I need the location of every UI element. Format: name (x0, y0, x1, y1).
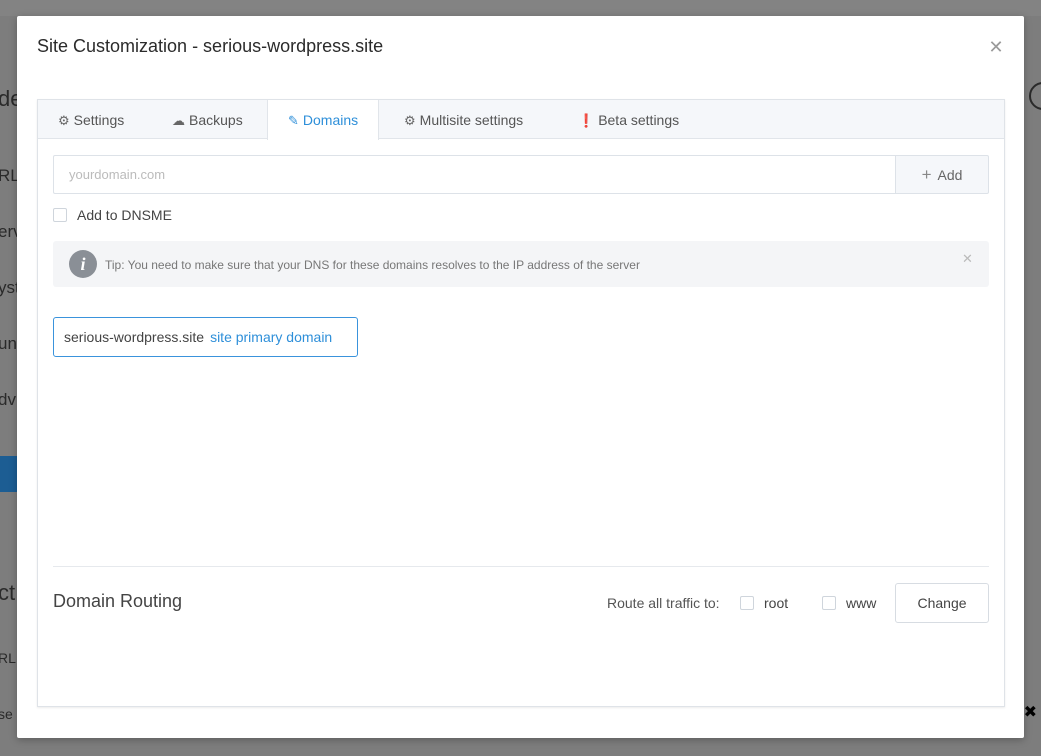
background-close-icon: ✖ (1023, 704, 1037, 721)
background-text: se (0, 706, 13, 722)
tab-backups[interactable]: ☁ Backups (172, 100, 243, 139)
add-domain-button[interactable]: + Add (895, 155, 989, 194)
cloud-upload-icon: ☁ (172, 113, 185, 128)
domain-routing-title: Domain Routing (53, 591, 183, 611)
gear-icon: ⚙ (404, 113, 416, 128)
close-icon[interactable]: ✕ (987, 38, 1005, 56)
domain-item[interactable]: serious-wordpress.site site primary domai… (53, 317, 358, 357)
background-help-icon (1029, 82, 1041, 110)
info-icon: i (69, 250, 97, 278)
route-www-checkbox[interactable] (822, 596, 836, 610)
gear-icon: ⚙ (58, 113, 70, 128)
tab-multisite-settings[interactable]: ⚙ Multisite settings (404, 100, 523, 139)
tab-domains[interactable]: ✎ Domains (267, 100, 380, 140)
change-routing-button[interactable]: Change (895, 583, 989, 623)
close-icon[interactable]: ✕ (962, 251, 973, 267)
modal-title: Site Customization - serious-wordpress.s… (37, 36, 384, 56)
tab-beta-settings[interactable]: ❗ Beta settings (578, 100, 679, 139)
route-root-label: root (764, 595, 789, 611)
tip-text: Tip: You need to make sure that your DNS… (105, 258, 640, 272)
domain-name: serious-wordpress.site (64, 329, 205, 345)
tab-panel: ⚙ Settings ☁ Backups ✎ Domains ⚙ Multisite s… (37, 99, 1005, 707)
background-text: dv (0, 390, 16, 409)
edit-icon: ✎ (288, 113, 299, 128)
primary-domain-tag: site primary domain (210, 329, 333, 345)
route-www-label: www (846, 595, 877, 611)
site-customization-modal: Site Customization - serious-wordpress.s… (17, 16, 1024, 738)
tab-bar: ⚙ Settings ☁ Backups ✎ Domains ⚙ Multisite s… (38, 100, 1004, 140)
background-text: ct (0, 580, 16, 605)
background-header (0, 0, 1041, 16)
background-button (0, 456, 18, 492)
tip-alert: i Tip: You need to make sure that your D… (53, 241, 989, 287)
domain-input[interactable] (53, 155, 896, 194)
plus-icon: + (921, 165, 932, 184)
divider (53, 566, 989, 567)
alert-circle-icon: ❗ (578, 113, 595, 128)
background-text: un (0, 334, 17, 353)
route-traffic-label: Route all traffic to: (607, 595, 720, 611)
dnsme-checkbox[interactable] (53, 208, 67, 222)
route-root-checkbox[interactable] (740, 596, 754, 610)
dnsme-label: Add to DNSME (77, 207, 172, 223)
tab-settings[interactable]: ⚙ Settings (58, 100, 124, 139)
background-text: RL (0, 650, 16, 666)
